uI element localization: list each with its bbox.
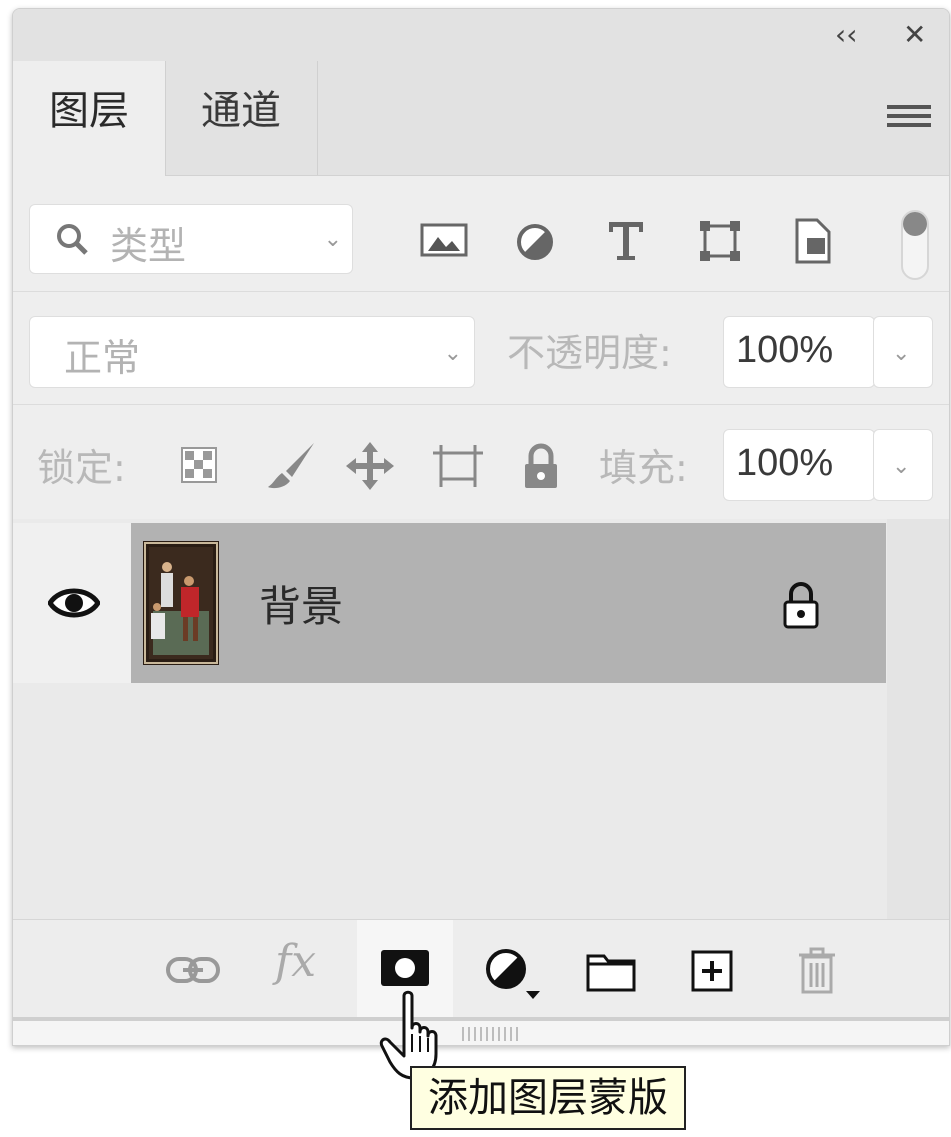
link-layers-icon[interactable]	[163, 950, 223, 990]
tab-channels[interactable]: 通道	[165, 61, 318, 175]
adjustment-filter-icon[interactable]	[513, 220, 557, 264]
trash-icon[interactable]	[795, 946, 839, 996]
chevron-down-icon: ⌄	[892, 454, 911, 479]
filter-row: 类型 ⌄	[13, 176, 949, 292]
chevron-down-icon: ⌄	[892, 341, 911, 366]
lock-artboard-icon[interactable]	[431, 443, 485, 489]
tab-bar: 图层 通道	[13, 61, 949, 176]
layer-visibility-toggle[interactable]	[13, 523, 132, 683]
scrollbar[interactable]	[887, 519, 949, 919]
add-mask-icon	[379, 948, 431, 988]
filter-kind-select[interactable]: 类型 ⌄	[29, 204, 353, 274]
adjustment-layer-icon[interactable]	[483, 946, 545, 1002]
image-filter-icon[interactable]	[419, 220, 469, 260]
opacity-label: 不透明度:	[507, 331, 672, 375]
tooltip: 添加图层蒙版	[410, 1066, 686, 1130]
search-icon	[52, 219, 92, 259]
layers-panel: ‹‹ ✕ 图层 通道 类型 ⌄ 正常 ⌄ 不透明度: 100% ⌄ 锁定: 填充…	[12, 8, 950, 1046]
panel-titlebar: ‹‹ ✕	[13, 9, 949, 61]
fill-input[interactable]: 100%	[723, 429, 875, 501]
lock-label: 锁定:	[37, 446, 126, 490]
panel-resize-strip[interactable]	[13, 1017, 949, 1045]
panel-bottom-toolbar: fx	[13, 919, 949, 1018]
blend-mode-select[interactable]: 正常 ⌄	[29, 316, 475, 388]
filter-toggle[interactable]	[899, 208, 931, 282]
type-filter-icon[interactable]	[603, 216, 649, 264]
lock-all-icon[interactable]	[521, 441, 561, 491]
blend-mode-value: 正常	[64, 336, 141, 380]
layer-name[interactable]: 背景	[259, 573, 343, 634]
folder-icon[interactable]	[585, 950, 637, 994]
close-button[interactable]: ✕	[903, 21, 926, 49]
fill-dropdown[interactable]: ⌄	[873, 429, 933, 501]
layer-row[interactable]: 背景	[131, 523, 886, 683]
opacity-value: 100%	[736, 329, 834, 371]
fill-label: 填充:	[599, 446, 688, 490]
opacity-input[interactable]: 100%	[723, 316, 875, 388]
layer-lock-icon	[779, 579, 823, 631]
lock-position-icon[interactable]	[343, 439, 397, 493]
lock-transparent-icon[interactable]	[179, 445, 219, 485]
filter-kind-placeholder: 类型	[110, 224, 187, 268]
fx-icon[interactable]: fx	[275, 936, 316, 987]
tab-layers[interactable]: 图层	[13, 61, 166, 176]
chevron-down-icon: ⌄	[323, 227, 342, 252]
collapse-button[interactable]: ‹‹	[835, 21, 857, 49]
opacity-dropdown[interactable]: ⌄	[873, 316, 933, 388]
smart-object-filter-icon[interactable]	[791, 216, 835, 266]
blend-row: 正常 ⌄ 不透明度: 100% ⌄	[13, 292, 949, 405]
layer-list: 背景	[13, 519, 949, 919]
lock-row: 锁定: 填充: 100% ⌄	[13, 405, 949, 520]
chevron-down-icon: ⌄	[443, 341, 462, 366]
fill-value: 100%	[736, 442, 834, 484]
shape-filter-icon[interactable]	[697, 218, 743, 264]
new-layer-icon[interactable]	[689, 948, 735, 994]
layer-thumbnail	[143, 541, 219, 665]
eye-icon	[47, 583, 101, 623]
panel-menu-icon[interactable]	[887, 105, 931, 132]
lock-image-pixels-icon[interactable]	[263, 441, 319, 491]
